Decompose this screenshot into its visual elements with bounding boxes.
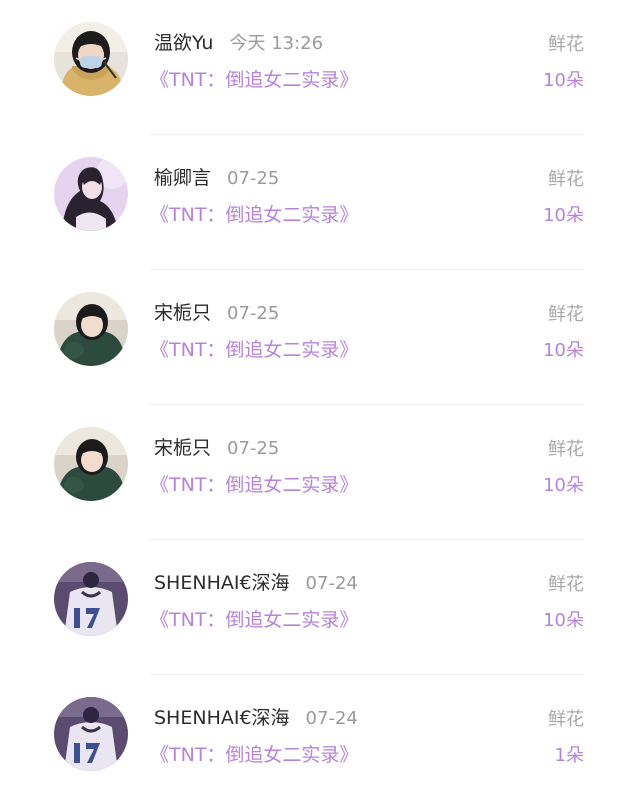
username-line: SHENHAI€深海 07-24 — [154, 703, 358, 730]
lilac-girl-avatar-icon — [54, 157, 128, 231]
book-title-link[interactable]: 《TNT：倒追女二实录》 — [150, 335, 358, 362]
username-line: 宋栀只 07-25 — [154, 433, 279, 460]
username-line: SHENHAI€深海 07-24 — [154, 568, 358, 595]
timestamp: 07-24 — [305, 573, 358, 594]
gift-record-row[interactable]: 榆卿言 07-25 《TNT：倒追女二实录》 鲜花 10朵 — [0, 135, 640, 270]
book-title-link[interactable]: 《TNT：倒追女二实录》 — [150, 200, 358, 227]
book-title-link[interactable]: 《TNT：倒追女二实录》 — [150, 470, 358, 497]
green-hoodie-girl-avatar-icon — [54, 427, 128, 501]
jersey-17-avatar-icon — [54, 562, 128, 636]
username[interactable]: 宋栀只 — [154, 302, 211, 324]
timestamp: 07-24 — [305, 708, 358, 729]
gift-record-row[interactable]: 温欲Yu 今天 13:26 《TNT：倒追女二实录》 鲜花 10朵 — [0, 0, 640, 135]
gift-count-label: 10朵 — [543, 340, 584, 361]
gift-type-label: 鲜花 — [548, 709, 584, 730]
gift-count-label: 10朵 — [543, 70, 584, 91]
gift-count-label: 10朵 — [543, 205, 584, 226]
timestamp: 07-25 — [227, 303, 280, 324]
username[interactable]: SHENHAI€深海 — [154, 572, 290, 594]
gift-type-label: 鲜花 — [548, 34, 584, 55]
gift-record-row[interactable]: 宋栀只 07-25 《TNT：倒追女二实录》 鲜花 10朵 — [0, 405, 640, 540]
gift-record-list: 温欲Yu 今天 13:26 《TNT：倒追女二实录》 鲜花 10朵 榆卿言 07-2… — [0, 0, 640, 776]
user-avatar[interactable] — [54, 427, 128, 501]
gift-count-label: 1朵 — [554, 745, 584, 766]
book-title-link[interactable]: 《TNT：倒追女二实录》 — [150, 65, 358, 92]
book-title-link[interactable]: 《TNT：倒追女二实录》 — [150, 605, 358, 632]
gift-record-row[interactable]: SHENHAI€深海 07-24 《TNT：倒追女二实录》 鲜花 10朵 — [0, 540, 640, 675]
gift-count-label: 10朵 — [543, 475, 584, 496]
username-line: 榆卿言 07-25 — [154, 163, 279, 190]
username[interactable]: SHENHAI€深海 — [154, 707, 290, 729]
username-line: 宋栀只 07-25 — [154, 298, 279, 325]
gift-type-label: 鲜花 — [548, 574, 584, 595]
user-avatar[interactable] — [54, 22, 128, 96]
gift-record-row[interactable]: SHENHAI€深海 07-24 《TNT：倒追女二实录》 鲜花 1朵 — [0, 675, 640, 810]
username[interactable]: 榆卿言 — [154, 167, 211, 189]
user-avatar[interactable] — [54, 562, 128, 636]
gift-type-label: 鲜花 — [548, 304, 584, 325]
user-avatar[interactable] — [54, 697, 128, 771]
gift-record-row[interactable]: 宋栀只 07-25 《TNT：倒追女二实录》 鲜花 10朵 — [0, 270, 640, 405]
masked-girl-avatar-icon — [54, 22, 128, 96]
gift-type-label: 鲜花 — [548, 169, 584, 190]
timestamp: 07-25 — [227, 168, 280, 189]
timestamp: 今天 13:26 — [229, 33, 324, 54]
username-line: 温欲Yu 今天 13:26 — [154, 28, 323, 55]
green-hoodie-girl-avatar-icon — [54, 292, 128, 366]
jersey-17-avatar-icon — [54, 697, 128, 771]
book-title-link[interactable]: 《TNT：倒追女二实录》 — [150, 740, 358, 767]
timestamp: 07-25 — [227, 438, 280, 459]
username[interactable]: 温欲Yu — [154, 32, 213, 54]
user-avatar[interactable] — [54, 157, 128, 231]
gift-count-label: 10朵 — [543, 610, 584, 631]
user-avatar[interactable] — [54, 292, 128, 366]
username[interactable]: 宋栀只 — [154, 437, 211, 459]
gift-type-label: 鲜花 — [548, 439, 584, 460]
